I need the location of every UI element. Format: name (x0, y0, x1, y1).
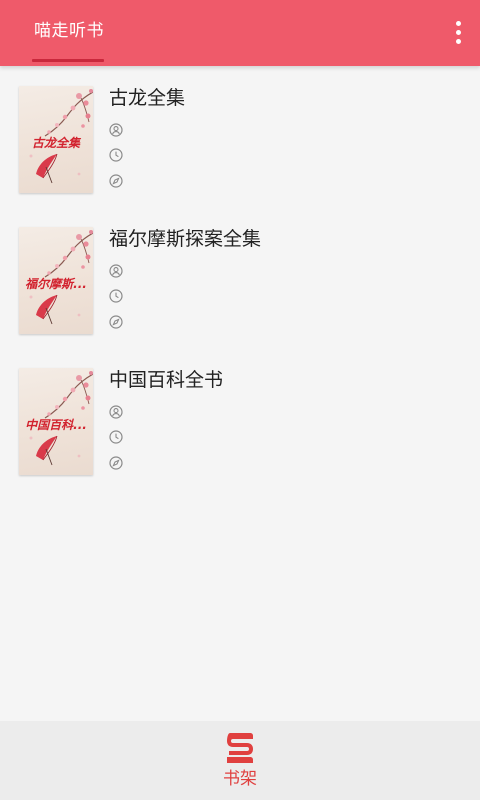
app-screen: 喵走听书 古龙全集 古龙全集 福尔摩斯... 福尔摩斯探案全集 中国百科... … (0, 0, 480, 800)
clock-icon (109, 430, 123, 444)
bottom-navigation: 书架 (0, 721, 480, 800)
book-cover[interactable]: 中国百科... (19, 368, 93, 475)
cover-title: 古龙全集 (31, 136, 80, 150)
book-item[interactable]: 中国百科... 中国百科全书 (0, 348, 480, 489)
book-list: 古龙全集 古龙全集 福尔摩斯... 福尔摩斯探案全集 中国百科... 中国百科全… (0, 66, 480, 489)
book-cover[interactable]: 古龙全集 (19, 86, 93, 193)
nav-item-bookshelf[interactable]: 书架 (200, 731, 280, 793)
more-vertical-icon (455, 20, 461, 26)
cover-title: 福尔摩斯... (25, 277, 87, 291)
clock-icon (109, 289, 123, 303)
book-title[interactable]: 福尔摩斯探案全集 (109, 226, 261, 252)
book-title[interactable]: 古龙全集 (109, 85, 185, 111)
cover-title: 中国百科... (25, 418, 87, 432)
top-app-bar: 喵走听书 (0, 0, 480, 66)
compass-icon (109, 456, 123, 470)
author-icon (109, 405, 123, 419)
compass-icon (109, 315, 123, 329)
book-item[interactable]: 古龙全集 古龙全集 (0, 66, 480, 207)
compass-icon (109, 174, 123, 188)
tab-indicator (32, 59, 104, 62)
author-icon (109, 264, 123, 278)
more-vertical-icon-dot (455, 29, 461, 35)
tab-bookshelf-title[interactable]: 喵走听书 (34, 19, 104, 43)
book-cover[interactable]: 福尔摩斯... (19, 227, 93, 334)
more-options-button[interactable] (446, 17, 470, 47)
clock-icon (109, 148, 123, 162)
book-title[interactable]: 中国百科全书 (109, 367, 223, 393)
author-icon (109, 123, 123, 137)
bookshelf-icon (227, 733, 253, 763)
more-vertical-icon-dot (455, 38, 461, 44)
nav-label-bookshelf: 书架 (223, 769, 257, 789)
book-item[interactable]: 福尔摩斯... 福尔摩斯探案全集 (0, 207, 480, 348)
